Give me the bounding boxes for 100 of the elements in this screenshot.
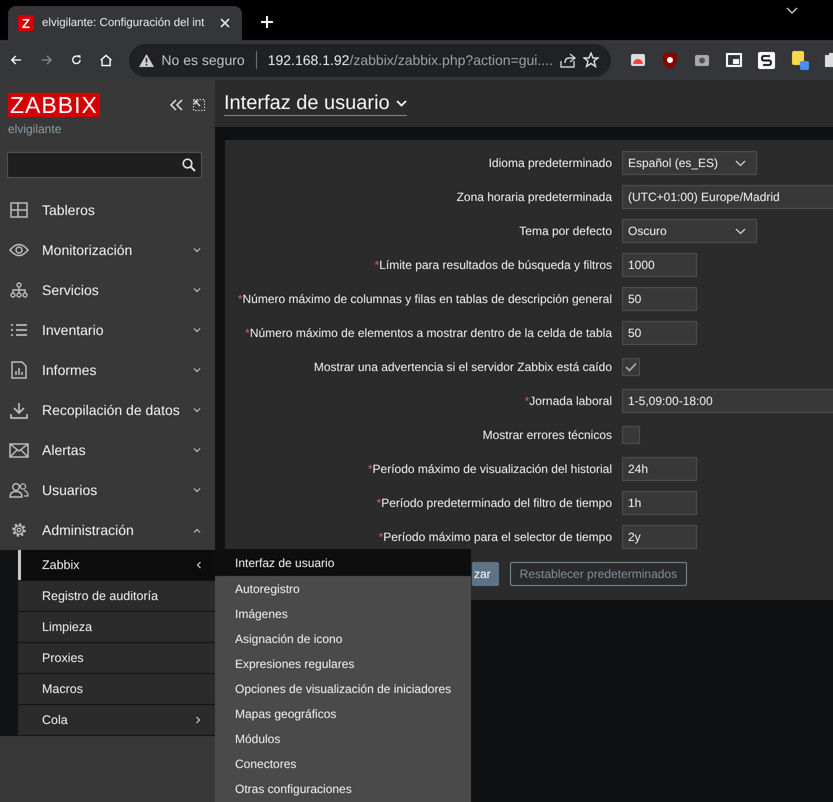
menu-item[interactable]: Administración: [0, 510, 215, 550]
chevron-up-icon: [193, 528, 201, 532]
chevron-down-icon: [193, 488, 201, 492]
field-label: Tema por defecto: [518, 223, 612, 240]
menu-item[interactable]: Alertas: [0, 430, 215, 470]
menu-item[interactable]: Mapas geográficos: [215, 701, 471, 726]
warning-icon: [139, 54, 154, 66]
double-chevron-left-icon[interactable]: [169, 99, 183, 111]
reset-button[interactable]: Restablecer predeterminados: [510, 562, 688, 586]
menu-item[interactable]: Módulos: [215, 726, 471, 751]
menu-item[interactable]: Asignación de icono: [215, 626, 471, 651]
menu-item[interactable]: Otras configuraciones: [215, 776, 471, 801]
input-field[interactable]: 1h: [622, 491, 697, 515]
back-icon[interactable]: [11, 53, 22, 67]
browser-tab[interactable]: Z elvigilante: Configuración del int: [8, 6, 242, 40]
menu-item[interactable]: Imágenes: [215, 601, 471, 626]
grid-icon: [9, 202, 29, 218]
kiosk-icon[interactable]: [193, 99, 205, 111]
input-field[interactable]: 2y: [622, 525, 697, 549]
field-label: *Límite para resultados de búsqueda y filtros: [374, 257, 612, 274]
chevron-right-icon: [196, 716, 201, 724]
field-label: *Número máximo de elementos a mostrar dentro de la celda de tabla: [244, 325, 612, 342]
menu-item[interactable]: Informes: [0, 350, 215, 390]
field-label: *Período máximo para el selector de tiempo: [378, 529, 612, 546]
username: elvigilante: [7, 121, 62, 138]
submenu-item[interactable]: Limpieza: [18, 612, 215, 643]
field-label: *Período máximo de visualización del historial: [366, 461, 612, 478]
chevron-down-icon: [193, 408, 201, 412]
chevron-down-icon: [396, 100, 407, 106]
menu-item[interactable]: Autoregistro: [215, 576, 471, 601]
field-label: *Período predeterminado del filtro de tiempo: [376, 495, 612, 512]
submenu-item[interactable]: Registro de auditoría: [18, 581, 215, 612]
report-icon: [9, 361, 29, 379]
tab-title: elvigilante: Configuración del int: [42, 17, 206, 29]
dropdown[interactable]: (UTC+01:00) Europe/Madrid: [622, 185, 833, 209]
checkbox[interactable]: [622, 358, 640, 376]
search-icon[interactable]: [182, 158, 196, 172]
field-label: *Jornada laboral: [524, 393, 612, 410]
chevron-down-icon[interactable]: [786, 7, 798, 14]
url-text: 192.168.1.92/zabbix/zabbix.php?action=gui....: [268, 52, 553, 68]
menu-item[interactable]: Tableros: [0, 190, 215, 230]
network-icon: [9, 282, 29, 298]
menu-item[interactable]: Monitorización: [0, 230, 215, 270]
search-field[interactable]: [7, 152, 202, 178]
close-icon[interactable]: [220, 18, 230, 28]
chevron-down-icon: [193, 368, 201, 372]
input-field[interactable]: 1000: [622, 253, 697, 277]
submenu-item[interactable]: Cola: [18, 705, 215, 736]
input-field[interactable]: 24h: [622, 457, 697, 481]
star-icon[interactable]: [582, 52, 599, 68]
eye-icon: [9, 243, 29, 257]
s-square-icon[interactable]: [758, 52, 775, 68]
envelope-icon: [9, 442, 29, 458]
field-label: Mostrar una advertencia si el servidor Zabbix está caído: [312, 359, 612, 376]
chevron-down-icon: [193, 288, 201, 292]
chevron-down-icon: [193, 248, 201, 252]
checkbox[interactable]: [622, 426, 640, 444]
plus-icon[interactable]: [260, 15, 274, 29]
dropdown[interactable]: Oscuro: [622, 219, 757, 243]
field-label: *Número máximo de columnas y filas en tablas de descripción general: [236, 291, 612, 308]
download-icon: [9, 402, 29, 418]
zabbix-logo[interactable]: ZABBIX: [8, 93, 100, 117]
chevron-down-icon: [735, 160, 746, 166]
chevron-left-icon: [196, 561, 201, 569]
address-bar[interactable]: No es seguro 192.168.1.92/zabbix/zabbix.php?action=gui....: [129, 44, 611, 76]
users-icon: [9, 482, 29, 498]
chevron-down-icon: [735, 228, 746, 234]
zabbix-favicon-icon: Z: [18, 15, 34, 31]
share-icon[interactable]: [560, 52, 576, 68]
list-icon: [9, 323, 29, 337]
home-icon[interactable]: [100, 52, 112, 68]
chevron-down-icon: [193, 328, 201, 332]
menu-item[interactable]: Interfaz de usuario: [215, 549, 471, 576]
submenu-item[interactable]: Macros: [18, 674, 215, 705]
menu-item[interactable]: Opciones de visualización de iniciadores: [215, 676, 471, 701]
menu-item[interactable]: Expresiones regulares: [215, 651, 471, 676]
dropdown[interactable]: Español (es_ES): [622, 151, 757, 175]
camera-icon[interactable]: [694, 53, 710, 67]
page-title-dropdown[interactable]: Interfaz de usuario: [224, 91, 407, 116]
menu-item[interactable]: Conectores: [215, 751, 471, 776]
menu-item[interactable]: Inventario: [0, 310, 215, 350]
gear-icon: [9, 521, 29, 539]
forward-icon[interactable]: [40, 53, 52, 67]
input-field[interactable]: 50: [622, 321, 697, 345]
input-field[interactable]: 1-5,09:00-18:00: [622, 389, 833, 413]
security-label: No es seguro: [161, 52, 245, 68]
input-field[interactable]: 50: [622, 287, 697, 311]
menu-item[interactable]: Usuarios: [0, 470, 215, 510]
field-label: Mostrar errores técnicos: [482, 427, 612, 444]
menu-item[interactable]: Servicios: [0, 270, 215, 310]
window-icon[interactable]: [726, 53, 742, 67]
submenu-item[interactable]: Zabbix: [18, 550, 215, 581]
field-label: Zona horaria predeterminada: [456, 189, 612, 206]
chevron-down-icon: [193, 448, 201, 452]
update-button[interactable]: zar: [472, 562, 499, 586]
shield-icon[interactable]: [662, 52, 678, 68]
menu-item[interactable]: Recopilación de datos: [0, 390, 215, 430]
submenu-item[interactable]: Proxies: [18, 643, 215, 674]
extension-icon[interactable]: [630, 52, 646, 68]
field-label: Idioma predeterminado: [488, 155, 612, 172]
